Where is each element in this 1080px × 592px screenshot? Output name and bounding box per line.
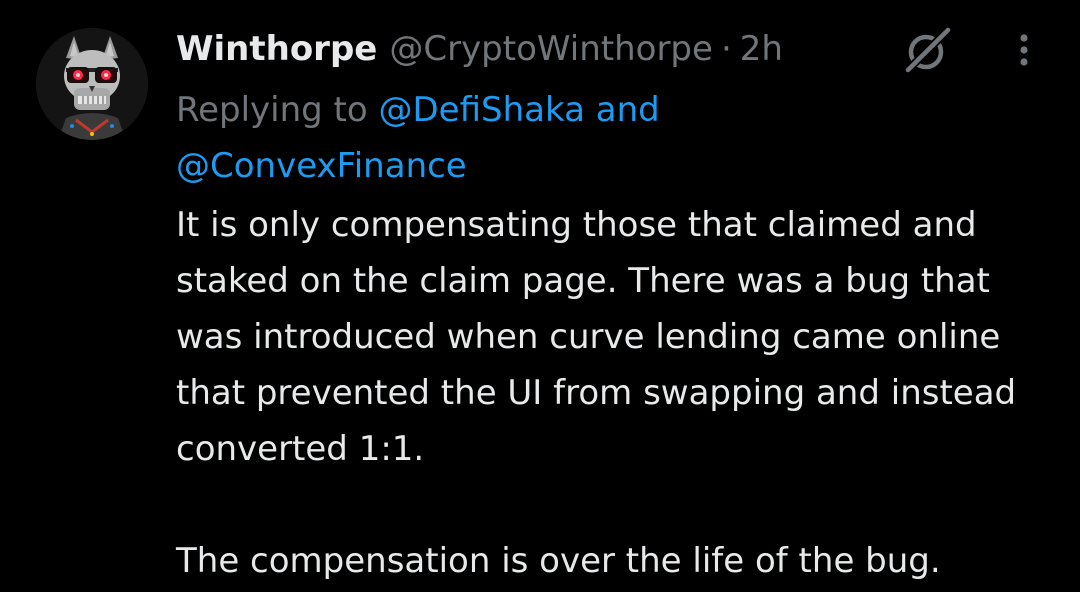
tweet[interactable]: Winthorpe @CryptoWinthorpe · 2h Replying…	[0, 0, 1080, 592]
replying-to-label: Replying to	[176, 90, 379, 130]
tweet-text: It is only compensating those that claim…	[176, 197, 1056, 589]
tweet-paragraph: It is only compensating those that claim…	[176, 205, 1027, 469]
timestamp[interactable]: 2h	[740, 24, 783, 74]
more-icon[interactable]	[1004, 30, 1044, 70]
display-name[interactable]: Winthorpe	[176, 24, 377, 74]
skull-avatar-icon	[36, 28, 148, 140]
mention-convexfinance[interactable]: @ConvexFinance	[176, 146, 467, 186]
mention-defishaka[interactable]: @DefiShaka	[379, 90, 585, 130]
tweet-header: Winthorpe @CryptoWinthorpe · 2h	[176, 24, 783, 74]
grok-icon[interactable]	[902, 24, 954, 76]
avatar[interactable]	[36, 28, 148, 140]
tweet-paragraph: The compensation is over the life of the…	[176, 541, 941, 581]
replying-to: Replying to @DefiShaka and @ConvexFinance	[176, 82, 776, 194]
separator-dot: ·	[720, 29, 732, 69]
user-handle[interactable]: @CryptoWinthorpe	[389, 24, 713, 74]
replying-to-and: and	[584, 90, 660, 130]
